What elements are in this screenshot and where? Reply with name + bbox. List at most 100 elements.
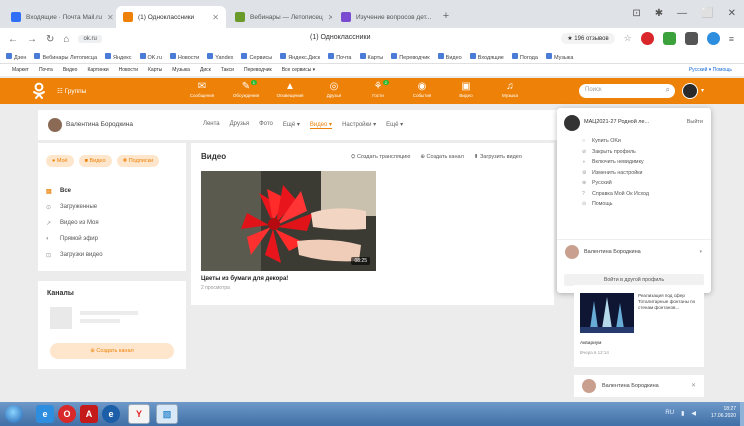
menu-item-language[interactable]: ⊕ Русский <box>582 178 649 189</box>
minimize-button[interactable]: — <box>677 8 687 19</box>
search-icon[interactable]: ⌕ <box>666 85 670 95</box>
search-input[interactable]: Поиск ⌕ <box>579 84 675 98</box>
menu-item-buy-oks[interactable]: ○ Купить OKи <box>582 136 649 147</box>
nav-discussions[interactable]: ✎ 1 Обсуждения <box>231 80 261 98</box>
bookmark-item[interactable]: Дзен <box>6 52 26 61</box>
header-avatar[interactable] <box>682 83 698 99</box>
service-link[interactable]: Карты <box>148 67 162 73</box>
create-stream-button[interactable]: ⛭ Создать трансляцию <box>351 154 410 161</box>
bookmark-item[interactable]: Яндекс.Диск <box>280 52 320 61</box>
bookmark-star-icon[interactable]: ☆ <box>624 33 632 44</box>
profile-avatar[interactable] <box>48 118 62 132</box>
menu-item-invisible[interactable]: ◑ Включить невидимку <box>582 157 649 168</box>
browser-tab-study[interactable]: Изучение вопросов дет... ✕ <box>334 6 436 28</box>
service-link[interactable]: Картинки <box>87 67 108 73</box>
forward-icon[interactable]: → <box>27 34 37 45</box>
nav-video[interactable]: ▣ Видео <box>451 81 481 98</box>
nav-guests[interactable]: ⚘ 2 Гости <box>363 80 393 98</box>
service-link[interactable]: Все сервисы ▾ <box>282 67 316 73</box>
service-link[interactable]: Новости <box>119 67 138 73</box>
url-pill[interactable]: ok.ru <box>78 35 102 43</box>
back-icon[interactable]: ← <box>8 34 18 45</box>
profile-tab-more[interactable]: Ещё ▾ <box>283 121 300 129</box>
menu-item-close-profile[interactable]: ⊘ Закрыть профиль <box>582 147 649 158</box>
service-link[interactable]: Маркет <box>12 67 29 73</box>
recommendation-thumbnail[interactable] <box>580 293 634 333</box>
opera-icon[interactable]: O <box>58 405 76 423</box>
sidebar-item-mine[interactable]: ↗ Видео из Моя <box>46 215 103 231</box>
bookmark-item[interactable]: Yandex <box>207 52 233 61</box>
language-indicator[interactable]: RU <box>665 410 674 417</box>
bookmark-item[interactable]: Переводчик <box>391 52 430 61</box>
adblock-extension-icon[interactable] <box>640 32 654 45</box>
sidebar-item-uploaded[interactable]: ⊙ Загруженные <box>46 199 103 215</box>
create-channel-button[interactable]: ⊕ Создать канал <box>50 343 174 359</box>
video-thumbnail[interactable]: 08:25 <box>201 171 376 271</box>
switch-user-name[interactable]: Валентина Бородкина <box>584 249 641 255</box>
bookmark-item[interactable]: Вебинары Летописца <box>34 52 97 61</box>
profile-tab-friends[interactable]: Друзья <box>230 121 249 129</box>
nav-friends[interactable]: ◎ Друзья <box>319 81 349 98</box>
nav-music[interactable]: ♫ Музыка <box>495 81 525 98</box>
profile-tab-more-2[interactable]: Ещё ▾ <box>386 121 403 129</box>
upload-video-button[interactable]: ⬆ Загрузить видео <box>474 154 522 161</box>
service-link[interactable]: Диск <box>200 67 211 73</box>
create-channel-action[interactable]: ⊕ Создать канал <box>420 154 463 161</box>
service-link[interactable]: Видео <box>63 67 78 73</box>
browser-tab-mail[interactable]: Входящие · Почта Mail.ru ✕ <box>4 6 114 28</box>
window-mode-icon[interactable]: ⊡ <box>632 8 640 19</box>
profile-tab-photos[interactable]: Фото <box>259 121 273 129</box>
bookmark-item[interactable]: Почта <box>328 52 352 61</box>
image-viewer-icon[interactable]: ▧ <box>156 404 178 424</box>
profile-name[interactable]: Валентина Бородкина <box>66 121 133 128</box>
exit-link[interactable]: Выйти <box>687 119 703 125</box>
friend-avatar[interactable] <box>582 379 596 393</box>
bookmark-item[interactable]: Погода <box>511 52 538 61</box>
maximize-button[interactable]: ⬜ <box>701 8 713 19</box>
profile-tab-feed[interactable]: Лента <box>203 121 220 129</box>
language-help-link[interactable]: Русский ▾ Помощь <box>689 67 732 73</box>
extensions-icon[interactable]: ✱ <box>655 8 663 19</box>
chevron-down-icon[interactable]: ▾ <box>701 87 704 94</box>
bookmark-item[interactable]: Музыка <box>545 52 573 61</box>
close-icon[interactable]: ✕ <box>212 13 219 22</box>
ie-icon[interactable]: e <box>36 405 54 423</box>
downloads-icon[interactable] <box>706 32 720 45</box>
nav-notifications[interactable]: ▲ Оповещения <box>275 81 305 98</box>
close-window-button[interactable]: ✕ <box>728 8 736 19</box>
groups-link[interactable]: ☷ Группы <box>57 87 86 95</box>
sidebar-item-downloads[interactable]: ⊡ Загрузки видео <box>46 247 103 263</box>
my-video-button[interactable]: ● Моё <box>46 155 74 167</box>
reload-icon[interactable]: ↻ <box>46 34 54 45</box>
subscriptions-button[interactable]: ✚ Подписки <box>116 155 160 167</box>
account-name[interactable]: МАЦ2021-27 Родной ле... <box>584 119 649 125</box>
service-link[interactable]: Почта <box>39 67 53 73</box>
video-button[interactable]: ■ Видео <box>78 155 112 167</box>
close-icon[interactable]: ✕ <box>107 13 114 22</box>
nav-messages[interactable]: ✉ Сообщения <box>187 81 217 98</box>
sidebar-item-all[interactable]: ▤ Все <box>46 183 103 199</box>
close-icon[interactable]: ✕ <box>691 382 696 389</box>
menu-item-reference[interactable]: ? Справка Мой Ок Исход <box>582 189 649 200</box>
yandex-icon[interactable]: Y <box>128 404 150 424</box>
service-link[interactable]: Такси <box>221 67 234 73</box>
edge-icon[interactable]: e <box>102 405 120 423</box>
chevron-down-icon[interactable]: ▾ <box>699 249 702 255</box>
recommendation-card[interactable]: Реализация под сфер Тоталитарные фонтаны… <box>574 285 704 367</box>
bookmark-item[interactable]: Сервисы <box>241 52 272 61</box>
nav-events[interactable]: ◉ События <box>407 81 437 98</box>
service-link[interactable]: Музыка <box>172 67 190 73</box>
browser-tab-ok[interactable]: (1) Одноклассники ✕ <box>116 6 226 28</box>
user-avatar[interactable] <box>565 245 579 259</box>
show-desktop-button[interactable] <box>740 402 744 426</box>
friend-name[interactable]: Валентина Бородкина <box>602 383 659 389</box>
address-page-title[interactable]: (1) Одноклассники <box>310 34 371 41</box>
bookmark-item[interactable]: Карты <box>359 52 383 61</box>
profile-tab-settings[interactable]: Настройки ▾ <box>342 121 376 129</box>
menu-icon[interactable]: ≡ <box>729 34 734 44</box>
browser-tab-webinars[interactable]: Вебинары — Летописец ✕ <box>228 6 332 28</box>
bookmark-item[interactable]: Видео <box>437 52 462 61</box>
acrobat-icon[interactable]: A <box>80 405 98 423</box>
network-icon[interactable]: ▮ <box>681 410 684 417</box>
ok-logo-icon[interactable] <box>30 82 48 100</box>
